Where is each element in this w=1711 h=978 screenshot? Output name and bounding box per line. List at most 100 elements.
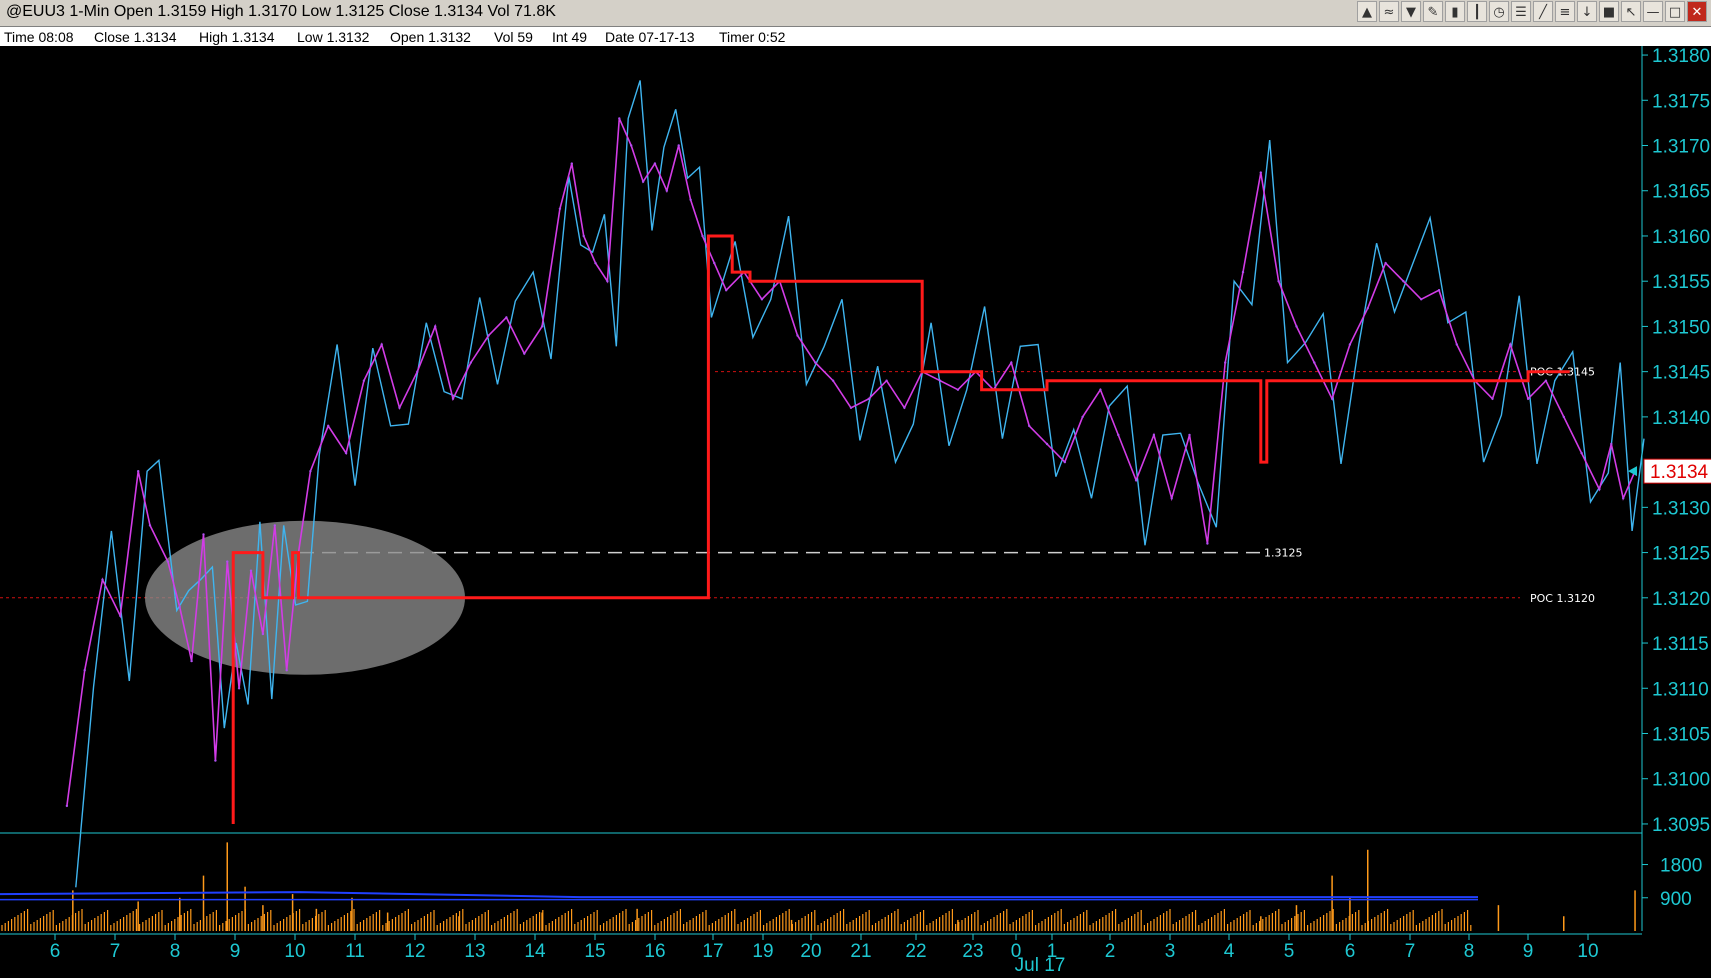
price-point bbox=[309, 470, 312, 473]
status-time: Time 08:08 bbox=[4, 29, 74, 45]
status-vol: Vol 59 bbox=[494, 29, 533, 45]
y-tick-label: 1.3160 bbox=[1652, 227, 1710, 248]
price-point bbox=[540, 325, 544, 328]
price-point bbox=[1598, 488, 1601, 491]
down-arrow-icon[interactable]: ↓ bbox=[1577, 1, 1597, 22]
chart-area[interactable]: POC 1.3145POC 1.31201.3125 1.31801.31751… bbox=[0, 46, 1711, 978]
price-point bbox=[65, 804, 69, 808]
status-low: Low 1.3132 bbox=[297, 29, 370, 45]
x-tick-label: 9 bbox=[1523, 941, 1534, 962]
price-point bbox=[903, 406, 906, 409]
x-tick-label: 23 bbox=[962, 941, 983, 962]
price-point bbox=[285, 669, 288, 672]
price-point bbox=[1045, 442, 1049, 446]
price-point bbox=[398, 406, 401, 409]
price-point bbox=[469, 361, 472, 364]
price-point bbox=[1224, 361, 1227, 364]
poc-label: POC 1.3120 bbox=[1530, 592, 1595, 605]
candle-icon[interactable]: ┃ bbox=[1467, 1, 1487, 22]
minimize-icon[interactable]: — bbox=[1643, 1, 1663, 22]
y-tick-label: 1.3150 bbox=[1652, 317, 1710, 338]
price-point bbox=[630, 144, 633, 147]
price-point bbox=[1188, 433, 1191, 437]
x-tick-label: 20 bbox=[800, 941, 821, 962]
x-tick-label: 16 bbox=[644, 941, 665, 962]
price-point bbox=[505, 316, 508, 319]
price-point bbox=[137, 470, 140, 473]
price-point bbox=[831, 379, 835, 382]
status-open: Open 1.3132 bbox=[390, 29, 471, 45]
filter-icon[interactable]: ▼ bbox=[1401, 1, 1421, 22]
price-point bbox=[249, 569, 253, 572]
price-point bbox=[362, 379, 366, 382]
fib-icon[interactable]: ≡ bbox=[1555, 1, 1575, 22]
maximize-icon[interactable]: □ bbox=[1665, 1, 1685, 22]
price-point bbox=[1206, 542, 1209, 545]
x-tick-label: 4 bbox=[1224, 941, 1235, 962]
x-tick-label: 14 bbox=[524, 941, 546, 962]
pencil-icon[interactable]: ✎ bbox=[1423, 1, 1443, 22]
price-point bbox=[849, 406, 853, 409]
x-tick-label: 21 bbox=[850, 941, 871, 962]
price-point bbox=[653, 162, 657, 165]
chart-style-icon[interactable]: ▲ bbox=[1357, 1, 1377, 22]
price-point bbox=[1295, 325, 1298, 328]
price-point bbox=[618, 117, 621, 120]
draw-icon[interactable]: ≈ bbox=[1379, 1, 1399, 22]
price-point bbox=[1259, 171, 1263, 174]
close-icon[interactable]: ✕ bbox=[1687, 1, 1707, 22]
price-point bbox=[1437, 289, 1441, 292]
y-tick-label: 1.3145 bbox=[1652, 363, 1710, 384]
price-point bbox=[1562, 415, 1566, 419]
y-tick-label: 1.3130 bbox=[1652, 498, 1710, 519]
price-point bbox=[226, 560, 229, 563]
pointer-icon[interactable]: ↖ bbox=[1621, 1, 1641, 22]
x-tick-label: 12 bbox=[404, 941, 425, 962]
price-point bbox=[725, 289, 728, 292]
price-point bbox=[713, 261, 716, 265]
price-point bbox=[83, 669, 86, 672]
price-point bbox=[1277, 280, 1280, 283]
line-icon[interactable]: ╱ bbox=[1533, 1, 1553, 22]
x-tick-label: 13 bbox=[464, 941, 485, 962]
price-point bbox=[606, 280, 609, 283]
price-point bbox=[1170, 497, 1173, 500]
checklist-icon[interactable]: ☰ bbox=[1511, 1, 1531, 22]
x-tick-label: 19 bbox=[752, 941, 773, 962]
x-tick-label: 5 bbox=[1284, 941, 1295, 962]
price-point bbox=[1366, 307, 1369, 310]
price-point bbox=[1081, 415, 1084, 419]
price-point bbox=[101, 578, 104, 581]
clock-icon[interactable]: ◷ bbox=[1489, 1, 1509, 22]
price-point bbox=[867, 397, 870, 400]
title-bar: @EUU3 1-Min Open 1.3159 High 1.3170 Low … bbox=[0, 0, 1711, 27]
price-point bbox=[380, 343, 383, 346]
x-tick-label: 22 bbox=[905, 941, 926, 962]
vol-tick-label: 1800 bbox=[1660, 856, 1702, 877]
status-timer: Timer 0:52 bbox=[719, 29, 786, 45]
y-tick-label: 1.3105 bbox=[1652, 724, 1710, 745]
price-point bbox=[1348, 343, 1352, 346]
x-tick-label: 10 bbox=[1577, 941, 1598, 962]
price-point bbox=[1402, 280, 1405, 283]
price-point bbox=[885, 379, 888, 382]
price-point bbox=[148, 524, 152, 527]
price-point bbox=[1063, 460, 1067, 464]
price-point bbox=[487, 334, 490, 337]
bar-chart-icon[interactable]: ▮ bbox=[1445, 1, 1465, 22]
x-tick-label: 2 bbox=[1105, 941, 1116, 962]
price-point bbox=[796, 334, 799, 337]
trash-icon[interactable]: ■ bbox=[1599, 1, 1619, 22]
price-point bbox=[1330, 397, 1334, 400]
x-tick-label: 8 bbox=[170, 941, 181, 962]
price-point bbox=[416, 370, 419, 373]
price-point bbox=[344, 451, 348, 455]
price-point bbox=[119, 614, 122, 618]
price-point bbox=[594, 261, 597, 265]
price-point bbox=[956, 388, 960, 391]
y-tick-label: 1.3155 bbox=[1652, 272, 1710, 293]
price-point bbox=[677, 144, 680, 147]
status-date: Date 07-17-13 bbox=[605, 29, 695, 45]
price-point bbox=[641, 180, 645, 183]
x-date-label: Jul 17 bbox=[1015, 955, 1066, 976]
